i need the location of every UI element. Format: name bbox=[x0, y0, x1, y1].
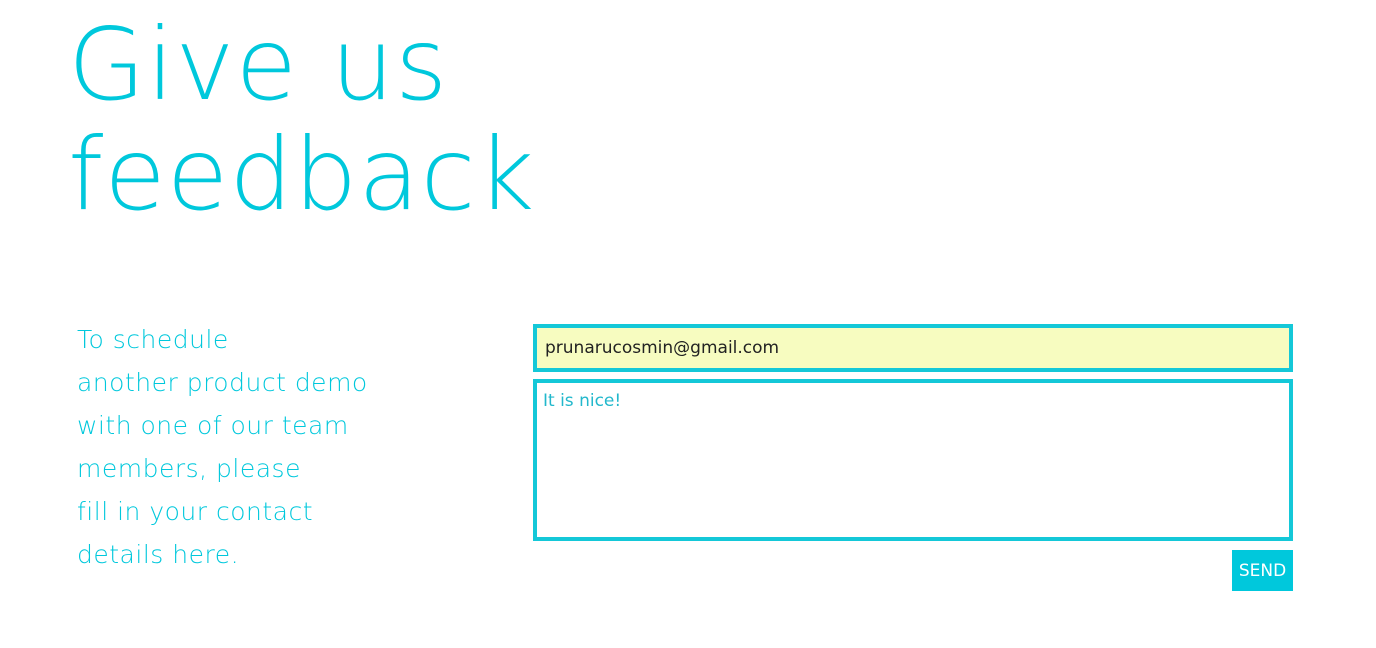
send-row: SEND bbox=[533, 550, 1293, 591]
description-line: another product demo bbox=[77, 368, 368, 397]
feedback-form: It is nice! SEND bbox=[533, 324, 1293, 591]
description-line: To schedule bbox=[77, 325, 229, 354]
description-line: fill in your contact bbox=[77, 497, 314, 526]
contact-description: To schedule another product demo with on… bbox=[77, 318, 397, 576]
description-line: with one of our team bbox=[77, 411, 349, 440]
page-title-line-2: feedback bbox=[68, 116, 536, 233]
page-title-line-1: Give us bbox=[68, 6, 449, 123]
send-button[interactable]: SEND bbox=[1232, 550, 1293, 591]
description-line: details here. bbox=[77, 540, 240, 569]
message-field[interactable]: It is nice! bbox=[533, 379, 1293, 541]
feedback-page: Give us feedback To schedule another pro… bbox=[0, 0, 1376, 648]
page-title: Give us feedback bbox=[68, 10, 535, 230]
email-field[interactable] bbox=[533, 324, 1293, 372]
description-line: members, please bbox=[77, 454, 301, 483]
